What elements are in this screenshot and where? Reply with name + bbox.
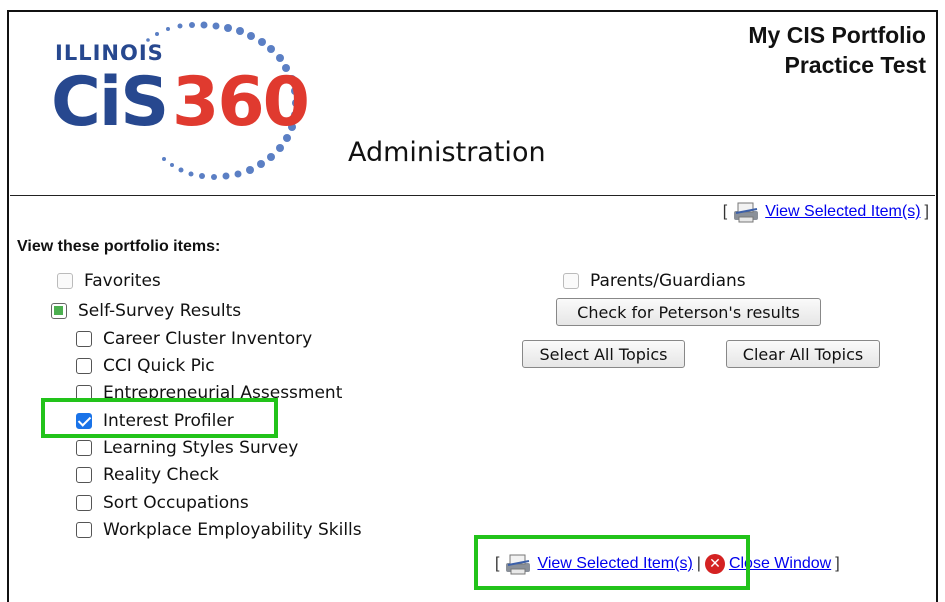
logo-360-text: 360 bbox=[172, 63, 310, 142]
self-survey-label: Self-Survey Results bbox=[78, 301, 242, 321]
sort-occupations-label: Sort Occupations bbox=[103, 493, 249, 513]
cis360-logo: ILLINOIS CiS 360 bbox=[40, 18, 360, 193]
favorites-checkbox[interactable] bbox=[57, 273, 73, 289]
bracket-open: [ bbox=[722, 203, 728, 220]
favorites-option[interactable]: Favorites bbox=[57, 271, 161, 291]
title-line-2: Practice Test bbox=[784, 52, 926, 78]
favorites-label: Favorites bbox=[84, 271, 161, 291]
sort-occupations-checkbox[interactable] bbox=[76, 495, 92, 511]
parents-guardians-option[interactable]: Parents/Guardians bbox=[563, 271, 746, 291]
bracket-close: ] bbox=[924, 203, 929, 220]
list-item[interactable]: Career Cluster Inventory bbox=[76, 329, 312, 349]
learning-styles-survey-label: Learning Styles Survey bbox=[103, 438, 299, 458]
list-item[interactable]: Workplace Employability Skills bbox=[76, 520, 362, 540]
view-selected-link-top[interactable]: View Selected Item(s) bbox=[765, 203, 920, 221]
page-title: My CIS Portfolio Practice Test bbox=[748, 20, 926, 80]
clear-all-topics-button[interactable]: Clear All Topics bbox=[726, 340, 880, 368]
reality-check-label: Reality Check bbox=[103, 465, 219, 485]
page-subtitle: Administration bbox=[348, 137, 546, 168]
career-cluster-inventory-checkbox[interactable] bbox=[76, 331, 92, 347]
list-item[interactable]: Reality Check bbox=[76, 465, 219, 485]
printer-icon[interactable] bbox=[731, 200, 761, 224]
list-item[interactable]: Learning Styles Survey bbox=[76, 438, 298, 458]
check-peterson-button[interactable]: Check for Peterson's results bbox=[556, 298, 821, 326]
reality-check-checkbox[interactable] bbox=[76, 467, 92, 483]
header-divider bbox=[10, 195, 935, 196]
section-heading: View these portfolio items: bbox=[17, 238, 221, 255]
logo-cis-text: CiS bbox=[51, 63, 169, 142]
cci-quick-pic-label: CCI Quick Pic bbox=[103, 356, 215, 376]
workplace-employability-skills-label: Workplace Employability Skills bbox=[103, 520, 362, 540]
career-cluster-inventory-label: Career Cluster Inventory bbox=[103, 329, 313, 349]
self-survey-checkbox[interactable] bbox=[51, 303, 67, 319]
logo-illinois-text: ILLINOIS bbox=[55, 41, 164, 65]
top-link-bar: [ View Selected Item(s) ] bbox=[723, 200, 929, 224]
view-selected-highlight bbox=[474, 535, 750, 590]
select-all-topics-button[interactable]: Select All Topics bbox=[522, 340, 685, 368]
title-line-1: My CIS Portfolio bbox=[748, 22, 926, 48]
cci-quick-pic-checkbox[interactable] bbox=[76, 358, 92, 374]
list-item[interactable]: Sort Occupations bbox=[76, 493, 249, 513]
parents-guardians-checkbox[interactable] bbox=[563, 273, 579, 289]
bracket-close: ] bbox=[835, 555, 840, 572]
interest-profiler-highlight bbox=[41, 398, 278, 438]
workplace-employability-skills-checkbox[interactable] bbox=[76, 522, 92, 538]
list-item[interactable]: CCI Quick Pic bbox=[76, 356, 215, 376]
self-survey-option[interactable]: Self-Survey Results bbox=[51, 301, 241, 321]
learning-styles-survey-checkbox[interactable] bbox=[76, 440, 92, 456]
parents-guardians-label: Parents/Guardians bbox=[590, 271, 746, 291]
